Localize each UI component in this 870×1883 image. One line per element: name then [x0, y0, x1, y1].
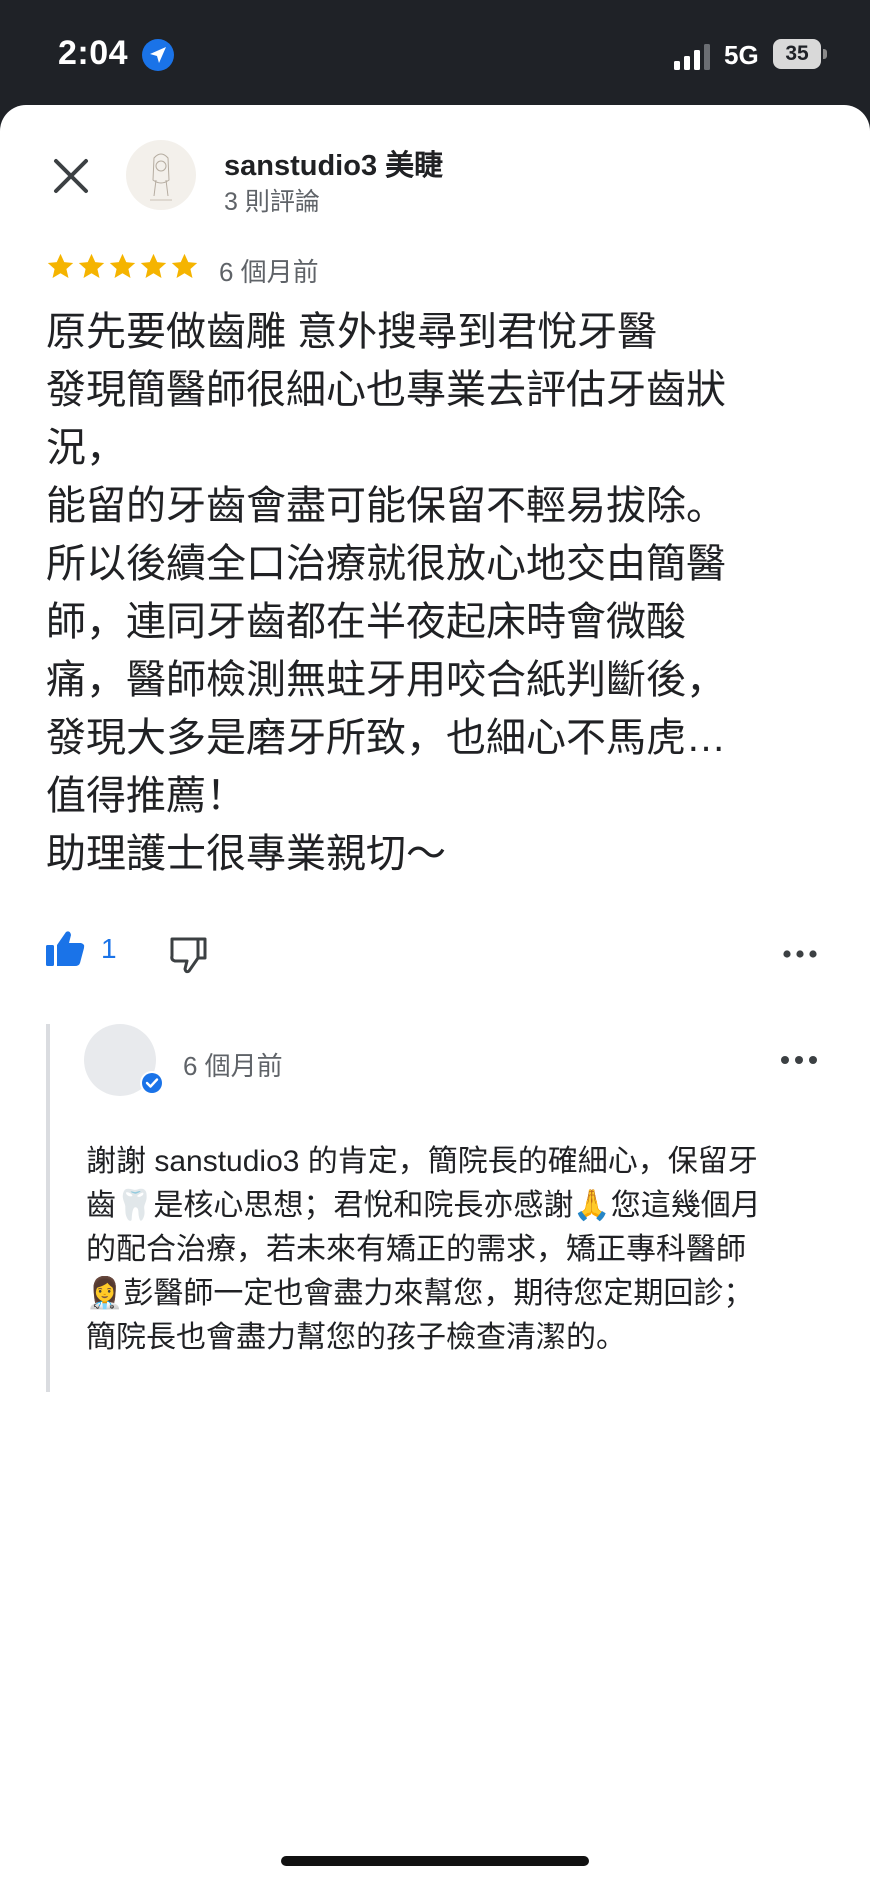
battery-level: 35 [773, 39, 821, 69]
more-horizontal-icon[interactable] [778, 1046, 820, 1074]
close-icon[interactable] [50, 155, 92, 197]
battery-icon: 35 [773, 39, 827, 69]
like-count: 1 [101, 933, 117, 964]
status-time: 2:04 [58, 34, 129, 72]
location-arrow-icon [142, 39, 174, 71]
reply-time: 6 個月前 [183, 1051, 283, 1081]
reviewer-avatar[interactable] [126, 140, 196, 210]
thumbs-down-icon[interactable] [168, 936, 208, 974]
reviewer-review-count: 3 則評論 [224, 188, 320, 216]
like-button[interactable]: 1 [45, 930, 117, 968]
star-icon [140, 253, 167, 278]
reply-divider [46, 1024, 50, 1392]
review-time: 6 個月前 [219, 257, 319, 287]
review-body: 原先要做齒雕 意外搜尋到君悅牙醫 發現簡醫師很細心也專業去評估牙齒狀 況， 能留… [46, 310, 726, 876]
thumbs-up-icon [46, 931, 85, 966]
more-horizontal-icon[interactable] [780, 940, 820, 968]
star-icon [47, 253, 74, 278]
star-icon [109, 253, 136, 278]
reviewer-name[interactable]: sanstudio3 美睫 [224, 142, 443, 184]
owner-reply-body: 謝謝 sanstudio3 的肯定，簡院長的確細心，保留牙 齒🦷是核心思想；君悅… [86, 1145, 761, 1354]
star-icon [171, 253, 198, 278]
home-indicator [281, 1856, 589, 1866]
status-bar: 2:04 5G 35 [0, 0, 870, 105]
verified-badge-icon [140, 1071, 164, 1095]
star-rating [46, 252, 199, 282]
signal-icon [674, 44, 710, 70]
network-type: 5G [724, 40, 759, 70]
star-icon [78, 253, 105, 278]
